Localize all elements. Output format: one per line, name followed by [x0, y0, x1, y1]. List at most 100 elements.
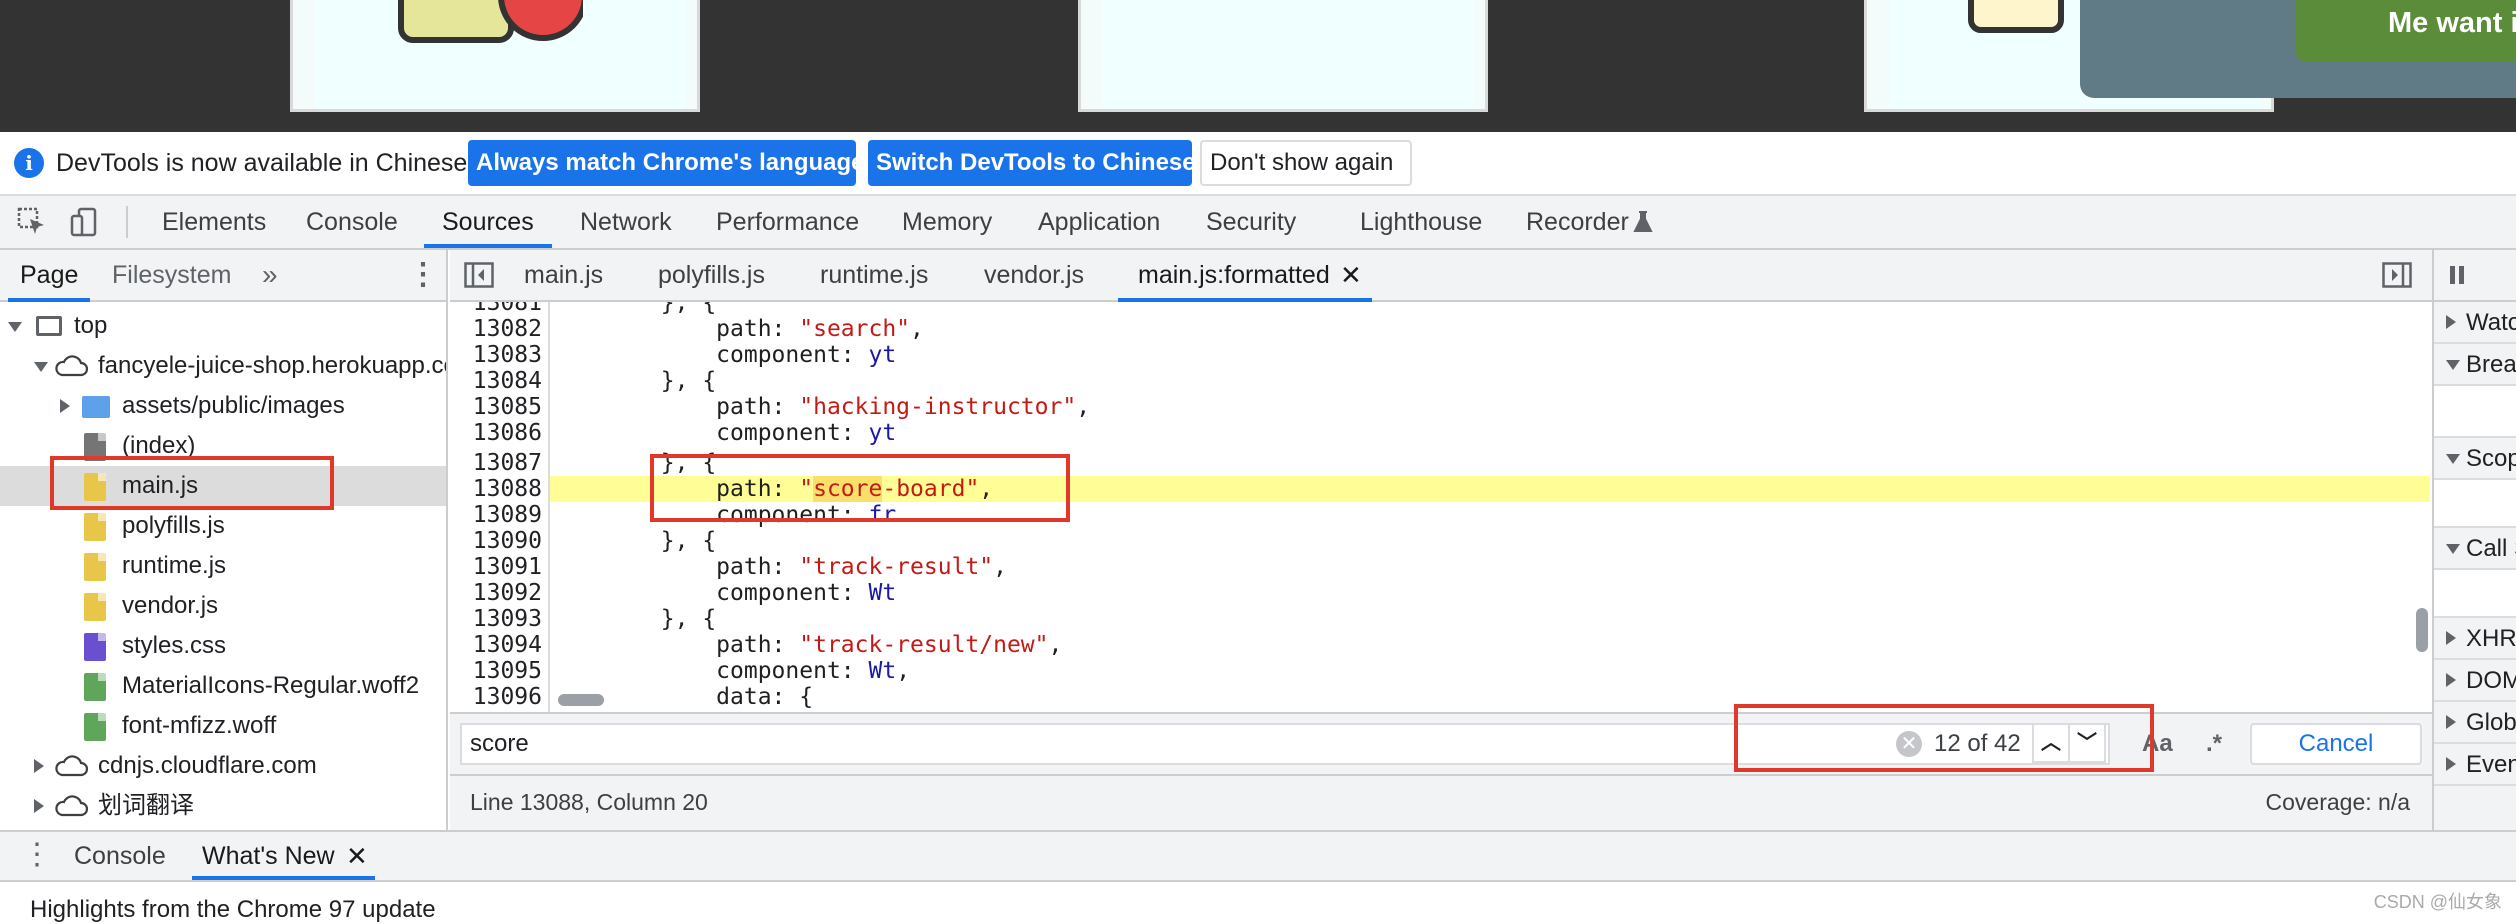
expand-arrow-icon [2446, 454, 2460, 464]
code-key: path: [550, 316, 800, 342]
editor-tab[interactable]: polyfills.js [658, 250, 765, 300]
string-literal: "hacking-instructor" [799, 394, 1077, 420]
tree-item-label: cdnjs.cloudflare.com [98, 752, 317, 779]
vertical-scrollbar[interactable] [2416, 608, 2428, 652]
expand-arrow-icon[interactable] [8, 322, 22, 332]
line-number: 13087 [472, 450, 542, 476]
string-literal: "search" [799, 316, 911, 342]
line-number: 13083 [472, 342, 542, 368]
tree-item-file[interactable]: polyfills.js [0, 506, 446, 546]
expand-arrow-icon[interactable] [60, 399, 70, 413]
more-tabs-icon[interactable]: » [262, 250, 278, 300]
product-thumbnail[interactable] [290, 0, 700, 112]
tab-security[interactable]: Security [1206, 196, 1296, 248]
tab-performance[interactable]: Performance [716, 196, 859, 248]
devtools-main-tabbar: Elements Console Sources Network Perform… [0, 196, 2516, 250]
horizontal-scrollbar[interactable] [558, 694, 604, 706]
tab-network[interactable]: Network [580, 196, 672, 248]
tree-item-label: MaterialIcons-Regular.woff2 [122, 672, 420, 699]
tab-filesystem[interactable]: Filesystem [112, 250, 231, 300]
tab-elements[interactable]: Elements [162, 196, 266, 248]
navigator-tabbar: Page Filesystem » ⋮ [0, 250, 446, 302]
navigator-menu-icon[interactable]: ⋮ [408, 250, 438, 300]
identifier: yt [868, 420, 897, 446]
tree-item-file[interactable]: styles.css [0, 626, 446, 666]
line-number: 13086 [472, 420, 542, 446]
drawer-tab-console[interactable]: Console [74, 832, 166, 880]
expand-arrow-icon [2446, 673, 2456, 687]
device-toolbar-icon[interactable] [68, 206, 100, 238]
tree-item-extension[interactable]: 划词翻译 [0, 786, 446, 826]
drawer-tabbar: ⋮ Console What's New ✕ [0, 830, 2516, 882]
tree-item-label: assets/public/images [122, 392, 345, 419]
tree-item-origin[interactable]: cdnjs.cloudflare.com [0, 746, 446, 786]
dont-show-again-button[interactable]: Don't show again [1200, 140, 1412, 186]
section-scope[interactable]: Scop [2434, 438, 2516, 480]
product-thumbnail[interactable] [1078, 0, 1488, 112]
drawer-tab-whats-new[interactable]: What's New [192, 832, 375, 880]
debugger-toolbar [2434, 250, 2516, 302]
tree-item-top[interactable]: top [0, 306, 446, 346]
identifier: yt [868, 342, 897, 368]
editor-tab[interactable]: vendor.js [984, 250, 1084, 300]
tree-item-file[interactable]: vendor.js [0, 586, 446, 626]
tree-item-label: 划词翻译 [98, 792, 194, 819]
always-match-language-button[interactable]: Always match Chrome's language [468, 140, 865, 186]
page-preview-strip: Me want i [0, 0, 2516, 132]
section-xhr-breakpoints[interactable]: XHR [2434, 618, 2516, 660]
code-line: component: Wt [550, 580, 2430, 606]
section-event-listener-breakpoints[interactable]: Even [2434, 744, 2516, 786]
annotation-box-file [50, 456, 334, 510]
editor-tabbar: main.js polyfills.js runtime.js vendor.j… [450, 250, 2432, 302]
tree-item-folder[interactable]: assets/public/images [0, 386, 446, 426]
section-dom-breakpoints[interactable]: DOM [2434, 660, 2516, 702]
expand-arrow-icon[interactable] [34, 362, 48, 372]
line-number: 13092 [472, 580, 542, 606]
tab-console[interactable]: Console [306, 196, 398, 248]
toggle-debugger-icon[interactable] [2382, 262, 2412, 288]
switch-to-chinese-button[interactable]: Switch DevTools to Chinese [868, 140, 1196, 186]
flask-icon [1633, 211, 1653, 232]
line-number: 13091 [472, 554, 542, 580]
section-global-listeners[interactable]: Glob [2434, 702, 2516, 744]
sources-navigator: Page Filesystem » ⋮ top fancyele-juice-s… [0, 250, 448, 830]
info-icon: i [14, 148, 44, 178]
section-breakpoints[interactable]: Brea [2434, 344, 2516, 386]
line-number: 13081 [472, 302, 542, 316]
section-call-stack[interactable]: Call S [2434, 528, 2516, 570]
tab-lighthouse[interactable]: Lighthouse [1360, 196, 1482, 248]
code-line: }, { [550, 302, 717, 316]
tree-item-origin[interactable]: fancyele-juice-shop.herokuapp.com [0, 346, 446, 386]
tree-item-file[interactable]: MaterialIcons-Regular.woff2 [0, 666, 446, 706]
promo-button[interactable]: Me want i [2296, 0, 2516, 62]
tree-item-file[interactable]: font-mfizz.woff [0, 706, 446, 746]
script-file-icon [84, 513, 106, 541]
expand-arrow-icon[interactable] [34, 799, 44, 813]
tree-item-label: styles.css [122, 632, 227, 659]
tab-page[interactable]: Page [7, 250, 91, 302]
tree-item-file[interactable]: runtime.js [0, 546, 446, 586]
editor-tab[interactable]: runtime.js [820, 250, 928, 300]
stylesheet-file-icon [84, 633, 106, 661]
editor-tab[interactable]: main.js [524, 250, 603, 300]
expand-arrow-icon[interactable] [34, 759, 44, 773]
coverage-status[interactable]: Coverage: n/a [2266, 776, 2410, 828]
close-tab-icon[interactable]: ✕ [1340, 250, 1362, 300]
editor-tab-active[interactable]: main.js:formatted [1118, 250, 1372, 302]
tab-recorder[interactable]: Recorder [1526, 196, 1629, 248]
tab-memory[interactable]: Memory [902, 196, 992, 248]
code-key: component: [550, 580, 869, 606]
string-literal: "track-result/new" [799, 632, 1049, 658]
tab-sources[interactable]: Sources [424, 196, 552, 248]
product-image [398, 0, 583, 43]
pause-icon[interactable] [2450, 266, 2455, 284]
regex-toggle[interactable]: .* [2206, 724, 2222, 764]
section-watch[interactable]: Watc [2434, 302, 2516, 344]
cancel-search-button[interactable]: Cancel [2250, 723, 2422, 765]
line-number: 13085 [472, 394, 542, 420]
drawer-menu-icon[interactable]: ⋮ [22, 832, 52, 878]
toggle-navigator-icon[interactable] [464, 262, 494, 288]
tab-application[interactable]: Application [1038, 196, 1160, 248]
close-tab-icon[interactable]: ✕ [346, 832, 368, 880]
inspect-element-icon[interactable] [16, 206, 48, 238]
